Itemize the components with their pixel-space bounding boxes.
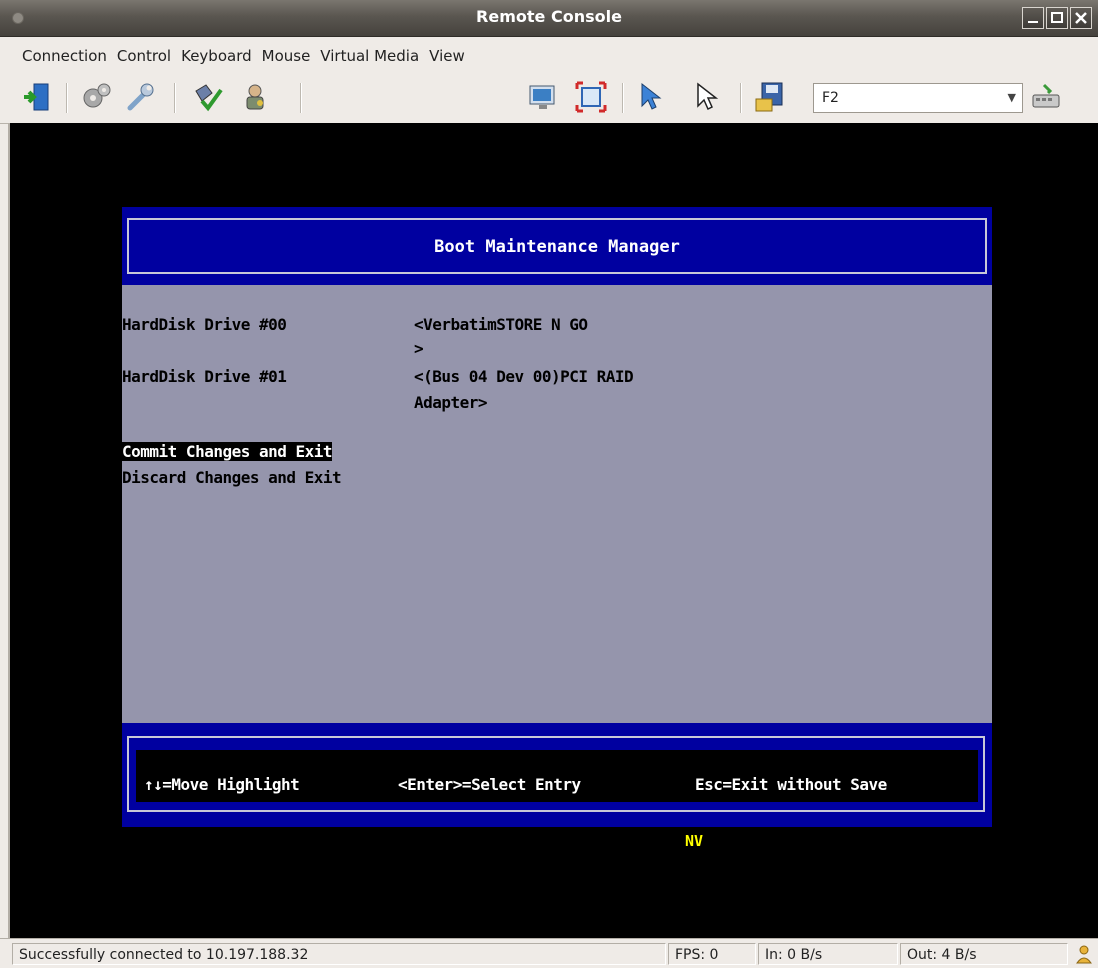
menu-view[interactable]: View xyxy=(424,37,470,75)
menu-keyboard[interactable]: Keyboard xyxy=(176,37,257,75)
key-combo-value: F2 xyxy=(822,90,839,106)
mouse-sync-icon[interactable] xyxy=(636,81,668,113)
bios-header: Boot Maintenance Manager xyxy=(122,207,992,285)
fullscreen-icon[interactable] xyxy=(575,81,607,113)
bios-title: Boot Maintenance Manager xyxy=(434,237,680,257)
status-fps: FPS: 0 xyxy=(668,943,756,965)
menu-connection[interactable]: Connection xyxy=(0,37,112,75)
status-bar: Successfully connected to 10.197.188.32 … xyxy=(0,938,1098,968)
minimize-icon xyxy=(1028,21,1038,23)
bios-footer: ↑↓=Move Highlight <Enter>=Select Entry E… xyxy=(122,723,992,827)
status-in: In: 0 B/s xyxy=(758,943,898,965)
menu-mouse[interactable]: Mouse xyxy=(257,37,316,75)
discard-changes-option[interactable]: Discard Changes and Exit xyxy=(122,468,342,487)
bios-panel: Boot Maintenance Manager HardDisk Drive … xyxy=(122,207,992,827)
boot-entry-value: <(Bus 04 Dev 00)PCI RAID xyxy=(414,367,634,386)
wrench-icon[interactable] xyxy=(124,81,156,113)
close-button[interactable] xyxy=(1070,7,1092,29)
boot-entry-label[interactable]: HardDisk Drive #00 xyxy=(122,315,287,334)
send-keys-icon[interactable] xyxy=(1030,81,1062,113)
exit-icon[interactable] xyxy=(22,81,54,113)
close-icon xyxy=(1075,12,1087,24)
title-bar: Remote Console xyxy=(0,0,1098,37)
maximize-icon xyxy=(1051,12,1063,23)
menu-control[interactable]: Control xyxy=(112,37,176,75)
maximize-button[interactable] xyxy=(1046,7,1068,29)
chevron-down-icon: ▼ xyxy=(1007,91,1016,104)
boot-entry-value-cont: Adapter> xyxy=(414,393,488,412)
key-combo-select[interactable]: F2 ▼ xyxy=(813,83,1023,113)
keyboard-macro-icon[interactable] xyxy=(754,81,786,113)
screen-settings-icon[interactable] xyxy=(527,81,559,113)
footer-move-hint: ↑↓=Move Highlight xyxy=(144,775,300,794)
footer-select-hint: <Enter>=Select Entry xyxy=(398,775,581,794)
status-out: Out: 4 B/s xyxy=(900,943,1068,965)
commit-changes-option[interactable]: Commit Changes and Exit xyxy=(122,442,333,461)
boot-entry-value-cont: > xyxy=(414,339,424,358)
boot-entry-value: <VerbatimSTORE N GO xyxy=(414,315,588,334)
settings-gears-icon[interactable] xyxy=(80,81,112,113)
nv-indicator: NV xyxy=(685,832,704,850)
menu-bar: Connection Control Keyboard Mouse Virtual Me… xyxy=(0,37,1098,71)
footer-exit-hint: Esc=Exit without Save xyxy=(695,775,887,794)
boot-entry-label[interactable]: HardDisk Drive #01 xyxy=(122,367,287,386)
mouse-pointer-icon[interactable] xyxy=(690,81,722,113)
status-message: Successfully connected to 10.197.188.32 xyxy=(12,943,666,965)
minimize-button[interactable] xyxy=(1022,7,1044,29)
user-icon[interactable] xyxy=(1074,944,1094,964)
window-title: Remote Console xyxy=(476,7,622,26)
menu-virtual-media[interactable]: Virtual Media xyxy=(315,37,424,75)
toolbar: F2 ▼ xyxy=(0,71,1098,124)
check-tool-icon[interactable] xyxy=(192,81,224,113)
user-key-icon[interactable] xyxy=(240,81,272,113)
